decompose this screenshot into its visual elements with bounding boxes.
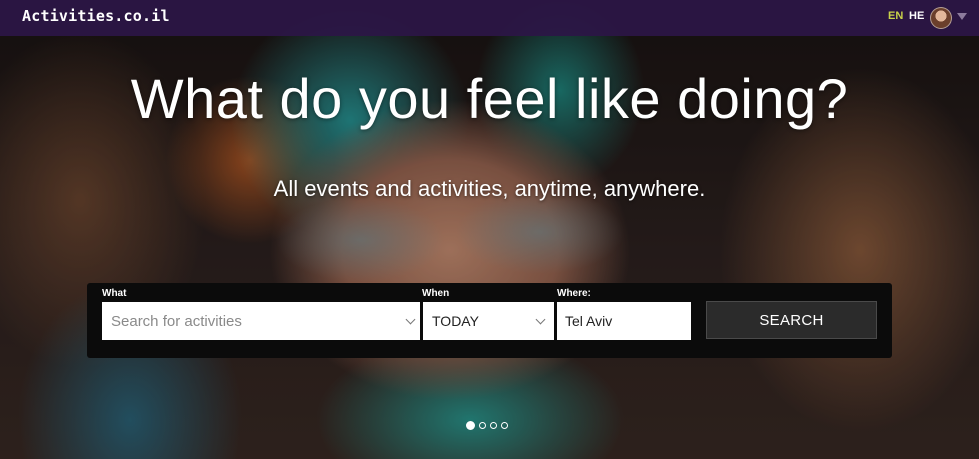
carousel-dot-3[interactable]	[490, 422, 497, 429]
where-input[interactable]: Tel Aviv	[557, 302, 691, 340]
chevron-down-icon	[405, 314, 416, 325]
chevron-down-icon	[535, 314, 546, 325]
carousel-dot-4[interactable]	[501, 422, 508, 429]
caret-down-icon[interactable]	[957, 13, 967, 20]
top-navigation-bar: Activities.co.il EN HE	[0, 0, 979, 36]
site-logo[interactable]: Activities.co.il	[22, 7, 170, 25]
hero-title: What do you feel like doing?	[130, 67, 849, 130]
where-input-value: Tel Aviv	[565, 313, 613, 329]
carousel-dots	[466, 421, 508, 430]
activity-search-input[interactable]: Search for activities	[102, 302, 420, 340]
activity-search-placeholder: Search for activities	[111, 312, 242, 330]
avatar[interactable]	[930, 7, 952, 29]
language-he[interactable]: HE	[909, 10, 924, 22]
carousel-dot-2[interactable]	[479, 422, 486, 429]
carousel-dot-1[interactable]	[466, 421, 475, 430]
hero-subtitle: All events and activities, anytime, anyw…	[273, 176, 706, 201]
where-label: Where:	[557, 288, 591, 299]
search-panel: What When Where: Search for activities T…	[87, 283, 892, 358]
search-button[interactable]: SEARCH	[706, 301, 877, 339]
when-label: When	[422, 288, 450, 299]
what-label: What	[102, 288, 127, 299]
when-select[interactable]: TODAY	[423, 302, 554, 340]
language-en[interactable]: EN	[888, 10, 903, 22]
when-select-value: TODAY	[432, 313, 479, 329]
